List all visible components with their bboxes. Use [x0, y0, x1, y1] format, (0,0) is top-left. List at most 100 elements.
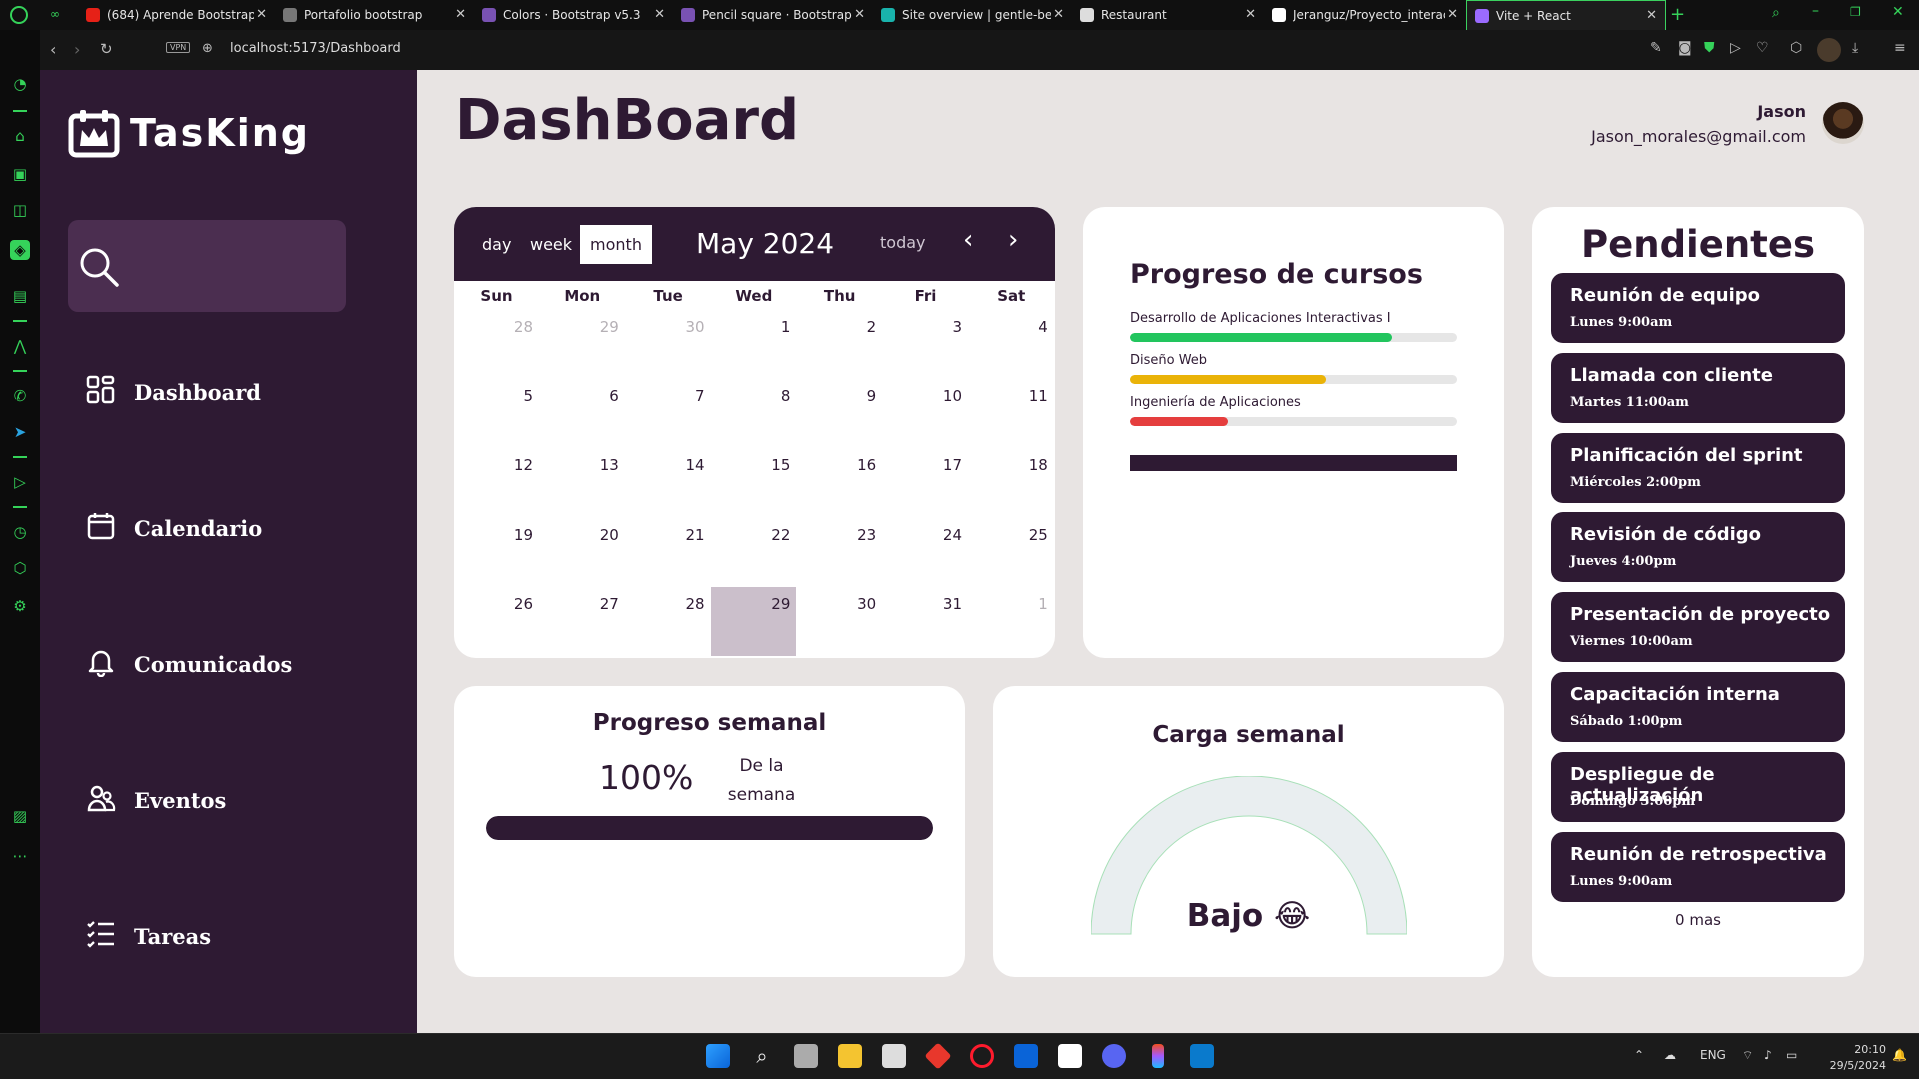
- calendar-day[interactable]: 22: [711, 518, 796, 587]
- reload-icon[interactable]: ↻: [100, 40, 113, 58]
- pending-item[interactable]: Despliegue de actualización Domingo 3:00p…: [1551, 751, 1845, 822]
- player-icon[interactable]: ▷: [10, 472, 30, 492]
- calendar-day[interactable]: 3: [883, 310, 968, 379]
- minimize-button[interactable]: –: [1812, 3, 1819, 19]
- view-week-button[interactable]: week: [520, 225, 582, 264]
- gx-icon[interactable]: ∞: [50, 7, 60, 21]
- calendar-day[interactable]: 30: [797, 587, 882, 656]
- maximize-button[interactable]: ❐: [1850, 5, 1861, 19]
- menu-icon[interactable]: ≡: [1894, 40, 1906, 56]
- calendar-day[interactable]: 1: [711, 310, 796, 379]
- browser-tab[interactable]: Colors · Bootstrap v5.3 ✕: [474, 0, 673, 30]
- calendar-day[interactable]: 2: [797, 310, 882, 379]
- calendar-day[interactable]: 5: [454, 379, 539, 448]
- tab-close-icon[interactable]: ✕: [854, 7, 865, 22]
- download-icon[interactable]: ⤓: [1852, 40, 1858, 56]
- onedrive-icon[interactable]: ☁: [1664, 1048, 1676, 1062]
- cube-icon[interactable]: ⬡: [1790, 40, 1802, 56]
- outlook-icon[interactable]: [1014, 1044, 1038, 1068]
- notification-icon[interactable]: 🔔: [1892, 1048, 1907, 1062]
- tab-close-icon[interactable]: ✕: [654, 7, 665, 22]
- figma-icon[interactable]: [1152, 1044, 1164, 1068]
- extensions-icon[interactable]: ⬡: [10, 558, 30, 578]
- vpn-badge[interactable]: VPN: [166, 42, 191, 53]
- whatsapp-icon[interactable]: ✆: [10, 386, 30, 406]
- pending-item[interactable]: Revisión de código Jueves 4:00pm: [1551, 512, 1845, 583]
- store-icon[interactable]: ⌂: [10, 126, 30, 146]
- start-icon[interactable]: [706, 1044, 730, 1068]
- tab-close-icon[interactable]: ✕: [455, 7, 466, 22]
- sidebar-item-dashboard[interactable]: Dashboard: [86, 375, 261, 410]
- calendar-day[interactable]: 4: [969, 310, 1054, 379]
- sidebar-item-comunicados[interactable]: Comunicados: [86, 647, 292, 682]
- calendar-day[interactable]: 10: [883, 379, 968, 448]
- prev-month-button[interactable]: ‹: [963, 225, 973, 255]
- calendar-day[interactable]: 29: [711, 586, 797, 656]
- calendar-day[interactable]: 27: [540, 587, 625, 656]
- profile-avatar[interactable]: [1817, 38, 1841, 62]
- tab-close-icon[interactable]: ✕: [1447, 7, 1458, 22]
- send-icon[interactable]: ✎: [1650, 40, 1662, 56]
- calendar-day[interactable]: 31: [883, 587, 968, 656]
- opera-gx-icon[interactable]: [970, 1044, 994, 1068]
- calendar-day[interactable]: 15: [711, 448, 796, 517]
- heart-icon[interactable]: ♡: [1756, 40, 1769, 56]
- notion-icon[interactable]: [1058, 1044, 1082, 1068]
- calendar-day[interactable]: 17: [883, 448, 968, 517]
- close-window-button[interactable]: ✕: [1892, 4, 1904, 20]
- calendar-day[interactable]: 25: [969, 518, 1054, 587]
- tab-close-icon[interactable]: ✕: [1245, 7, 1256, 22]
- wifi-icon[interactable]: ⌔: [1742, 1048, 1753, 1063]
- tab-close-icon[interactable]: ✕: [1646, 8, 1657, 23]
- tab-close-icon[interactable]: ✕: [256, 7, 267, 22]
- snapshot-icon[interactable]: ◙: [1678, 40, 1692, 56]
- calendar-day[interactable]: 29: [540, 310, 625, 379]
- pending-item[interactable]: Llamada con cliente Martes 11:00am: [1551, 352, 1845, 423]
- player-icon[interactable]: ▷: [1730, 40, 1741, 56]
- calendar-day[interactable]: 6: [540, 379, 625, 448]
- next-month-button[interactable]: ›: [1008, 225, 1018, 255]
- browser-tab[interactable]: Vite + React ✕: [1466, 0, 1666, 30]
- search-tabs-icon[interactable]: ⌕: [1772, 5, 1780, 21]
- pending-more[interactable]: 0 mas: [1532, 911, 1864, 929]
- clock-date[interactable]: 29/5/2024: [1820, 1059, 1886, 1072]
- calendar-day[interactable]: 16: [797, 448, 882, 517]
- calendar-day[interactable]: 14: [626, 448, 711, 517]
- url-input[interactable]: localhost:5173/Dashboard: [230, 41, 401, 56]
- back-icon[interactable]: ‹: [50, 40, 56, 59]
- history-icon[interactable]: ◷: [10, 522, 30, 542]
- file-explorer-icon[interactable]: [838, 1044, 862, 1068]
- sidebar-item-eventos[interactable]: Eventos: [86, 783, 226, 818]
- calendar-day[interactable]: 23: [797, 518, 882, 587]
- sidebar-item-tareas[interactable]: Tareas: [86, 919, 211, 954]
- store-icon[interactable]: [882, 1044, 906, 1068]
- sidebar-item-calendario[interactable]: Calendario: [86, 511, 262, 546]
- calendar-day[interactable]: 8: [711, 379, 796, 448]
- calendar-day[interactable]: 28: [454, 310, 539, 379]
- telegram-icon[interactable]: ➤: [10, 422, 30, 442]
- pending-item[interactable]: Planificación del sprint Miércoles 2:00pm: [1551, 432, 1845, 503]
- tray-chevron-icon[interactable]: ⌃: [1634, 1048, 1644, 1062]
- calendar-day[interactable]: 18: [969, 448, 1054, 517]
- discord-icon[interactable]: [1102, 1044, 1126, 1068]
- language-indicator[interactable]: ENG: [1700, 1048, 1726, 1062]
- site-info-icon[interactable]: ⊕: [202, 41, 213, 56]
- calendar-day[interactable]: 24: [883, 518, 968, 587]
- calendar-day[interactable]: 7: [626, 379, 711, 448]
- browser-tab[interactable]: Restaurant ✕: [1072, 0, 1264, 30]
- calendar-day[interactable]: 20: [540, 518, 625, 587]
- calendar-day[interactable]: 19: [454, 518, 539, 587]
- calendar-day[interactable]: 30: [626, 310, 711, 379]
- task-view-icon[interactable]: [794, 1044, 818, 1068]
- today-button[interactable]: today: [880, 233, 926, 252]
- active-panel-icon[interactable]: ◈: [10, 240, 30, 260]
- pending-item[interactable]: Reunión de retrospectiva Lunes 9:00am: [1551, 831, 1845, 902]
- pending-item[interactable]: Capacitación interna Sábado 1:00pm: [1551, 672, 1845, 742]
- browser-tab[interactable]: (684) Aprende Bootstrap 5 ✕: [78, 0, 275, 30]
- calendar-day[interactable]: 26: [454, 587, 539, 656]
- pending-item[interactable]: Reunión de equipo Lunes 9:00am: [1551, 273, 1845, 343]
- search-box[interactable]: [68, 220, 346, 312]
- tab-close-icon[interactable]: ✕: [1053, 7, 1064, 22]
- browser-tab[interactable]: Jeranguz/Proyecto_interact ✕: [1264, 0, 1466, 30]
- calendar-day[interactable]: 11: [969, 379, 1054, 448]
